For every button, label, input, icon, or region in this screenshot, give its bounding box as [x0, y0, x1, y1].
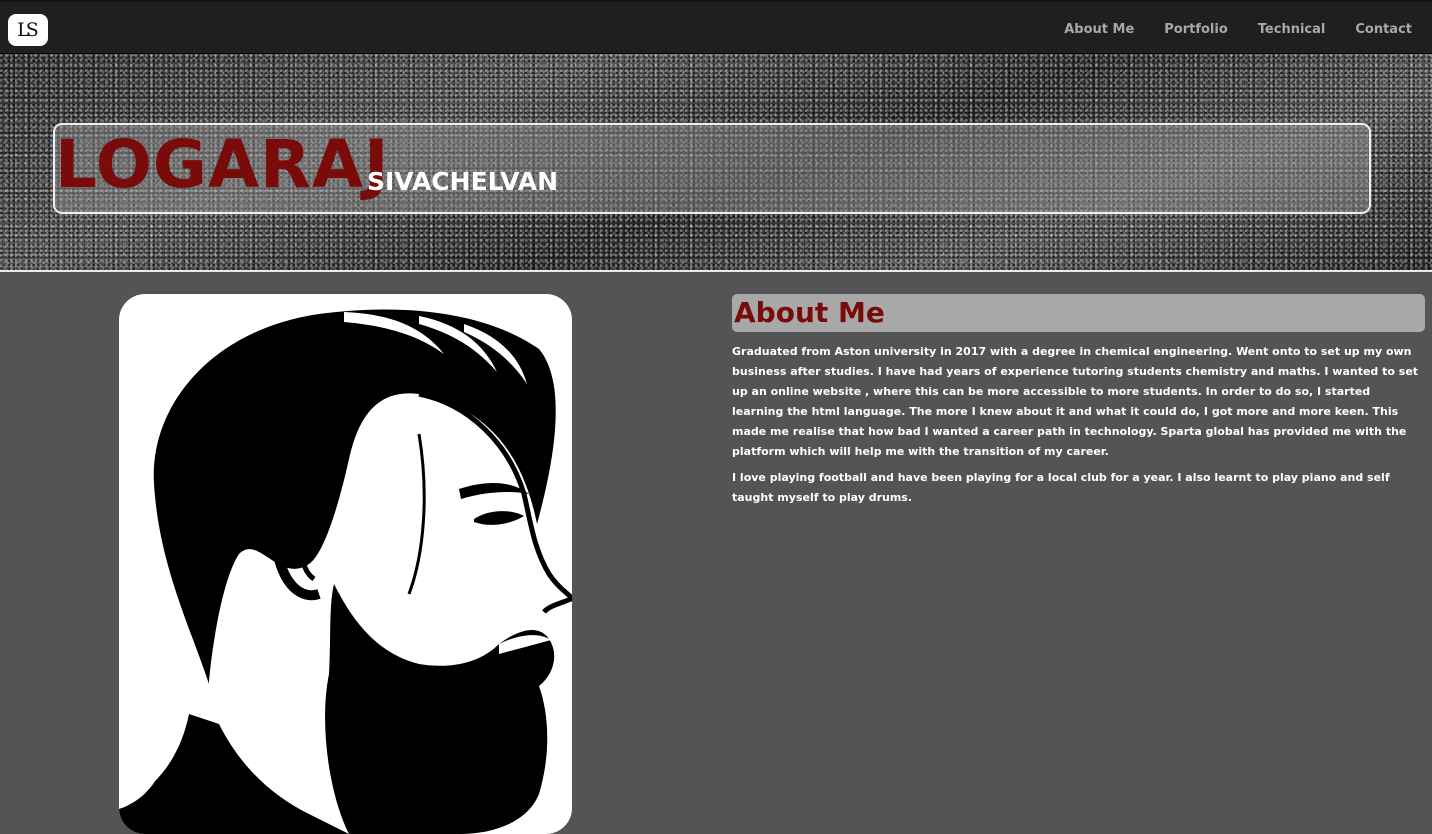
hero-first-name: LOGARAJ: [55, 126, 390, 203]
about-paragraph-2: I love playing football and have been pl…: [732, 471, 1390, 504]
about-heading: About Me: [734, 296, 885, 329]
about-heading-bar: About Me: [732, 294, 1425, 332]
navbar: LS About Me Portfolio Technical Contact: [0, 0, 1432, 54]
site-logo[interactable]: LS: [8, 14, 48, 46]
hero-last-name: SIVACHELVAN: [367, 167, 559, 196]
nav-link-contact[interactable]: Contact: [1355, 22, 1412, 37]
hero-banner: LOGARAJ SIVACHELVAN: [0, 54, 1432, 272]
profile-portrait: [119, 294, 572, 834]
about-text: Graduated from Aston university in 2017 …: [732, 342, 1424, 514]
nav-link-about-me[interactable]: About Me: [1064, 22, 1134, 37]
bearded-man-profile-icon: [119, 309, 572, 834]
nav-link-portfolio[interactable]: Portfolio: [1164, 22, 1228, 37]
about-paragraph-1: Graduated from Aston university in 2017 …: [732, 345, 1419, 458]
nav-link-technical[interactable]: Technical: [1258, 22, 1326, 37]
hero-name-box: LOGARAJ SIVACHELVAN: [53, 123, 1371, 214]
nav-links: About Me Portfolio Technical Contact: [1034, 2, 1412, 56]
